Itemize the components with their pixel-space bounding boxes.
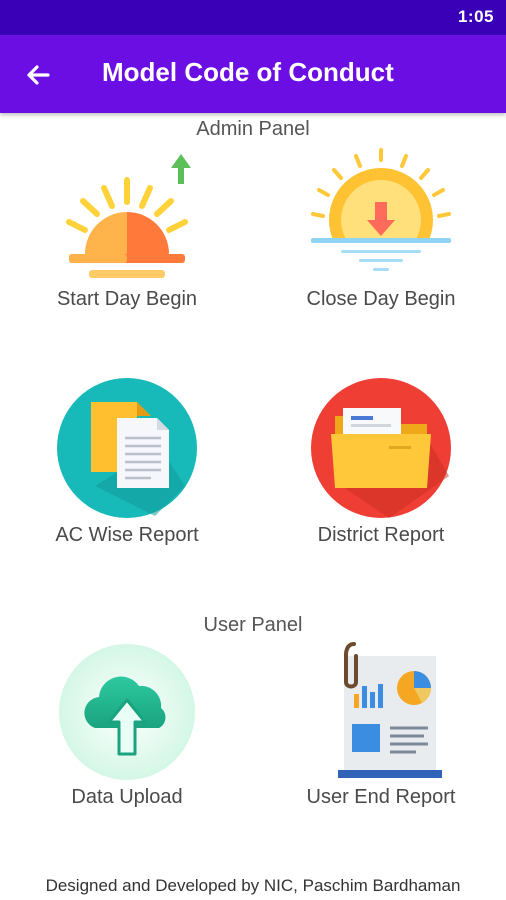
sunset-icon: [311, 148, 451, 286]
data-upload-tile[interactable]: Data Upload: [12, 640, 242, 830]
user-end-report-label: User End Report: [306, 786, 456, 808]
close-day-begin-tile[interactable]: Close Day Begin: [266, 142, 496, 332]
user-panel-title: User Panel: [203, 614, 303, 636]
start-day-begin-label: Start Day Begin: [56, 288, 198, 310]
report-icon: [338, 642, 442, 778]
close-day-begin-label: Close Day Begin: [306, 288, 456, 310]
arrow-left-icon: [27, 65, 50, 85]
folder-icon: [311, 378, 451, 518]
ac-wise-report-tile[interactable]: AC Wise Report: [12, 374, 242, 564]
documents-icon: [57, 378, 197, 518]
cloud-upload-icon: [59, 644, 195, 780]
page-title: Model Code of Conduct: [102, 57, 394, 87]
start-day-begin-tile[interactable]: Start Day Begin: [12, 142, 242, 332]
data-upload-label: Data Upload: [71, 786, 183, 808]
sunrise-icon: [66, 154, 191, 278]
ac-wise-report-label: AC Wise Report: [55, 524, 199, 546]
status-time: 1:05: [457, 7, 494, 26]
app-bar: Model Code of Conduct: [0, 35, 506, 113]
back-button[interactable]: [18, 55, 58, 95]
footer-credit: Designed and Developed by NIC, Paschim B…: [45, 876, 461, 895]
user-end-report-tile[interactable]: User End Report: [266, 640, 496, 830]
admin-panel-title: Admin Panel: [196, 118, 310, 140]
status-bar: 1:05: [0, 0, 506, 35]
district-report-tile[interactable]: District Report: [266, 374, 496, 564]
district-report-label: District Report: [317, 524, 445, 546]
